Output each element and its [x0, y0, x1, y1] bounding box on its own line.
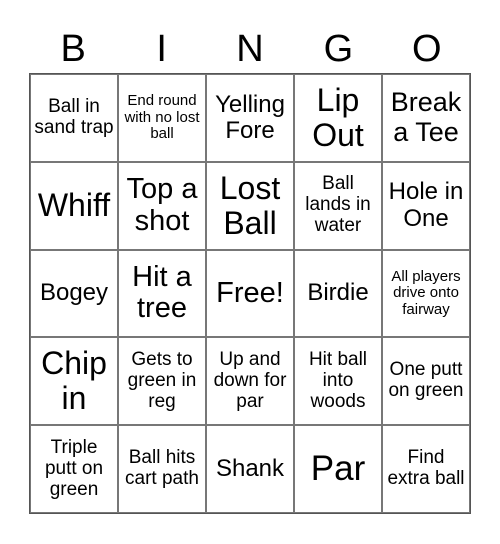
bingo-cell[interactable]: One putt on green [382, 337, 470, 426]
bingo-cell[interactable]: Par [294, 425, 382, 513]
header-letter-g: G [323, 28, 354, 70]
bingo-cell[interactable]: Up and down for par [206, 337, 294, 426]
bingo-cell[interactable]: Shank [206, 425, 294, 513]
bingo-header: B I N G O [29, 26, 471, 72]
bingo-cell[interactable]: All players drive onto fairway [382, 249, 470, 338]
bingo-cell[interactable]: Ball lands in water [294, 161, 382, 250]
bingo-cell[interactable]: Birdie [294, 249, 382, 338]
bingo-cell[interactable]: Triple putt on green [30, 425, 118, 513]
bingo-cell[interactable]: Gets to green in reg [118, 337, 206, 426]
bingo-cell[interactable]: Chip in [30, 337, 118, 426]
header-letter-o: O [412, 28, 442, 70]
bingo-cell[interactable]: Ball in sand trap [30, 74, 118, 162]
bingo-cell[interactable]: End round with no lost ball [118, 74, 206, 162]
free-space-cell[interactable]: Free! [206, 249, 294, 338]
header-letter-b: B [60, 28, 86, 70]
header-letter-i: I [156, 28, 167, 70]
bingo-cell[interactable]: Lost Ball [206, 161, 294, 250]
bingo-cell[interactable]: Lip Out [294, 74, 382, 162]
bingo-cell[interactable]: Top a shot [118, 161, 206, 250]
bingo-cell[interactable]: Hole in One [382, 161, 470, 250]
bingo-cell[interactable]: Hit ball into woods [294, 337, 382, 426]
bingo-cell[interactable]: Hit a tree [118, 249, 206, 338]
header-letter-n: N [236, 28, 264, 70]
bingo-cell[interactable]: Whiff [30, 161, 118, 250]
bingo-cell[interactable]: Ball hits cart path [118, 425, 206, 513]
bingo-cell[interactable]: Yelling Fore [206, 74, 294, 162]
bingo-cell[interactable]: Bogey [30, 249, 118, 338]
bingo-cell[interactable]: Break a Tee [382, 74, 470, 162]
bingo-cell[interactable]: Find extra ball [382, 425, 470, 513]
bingo-grid: Ball in sand trap End round with no lost … [29, 73, 471, 514]
